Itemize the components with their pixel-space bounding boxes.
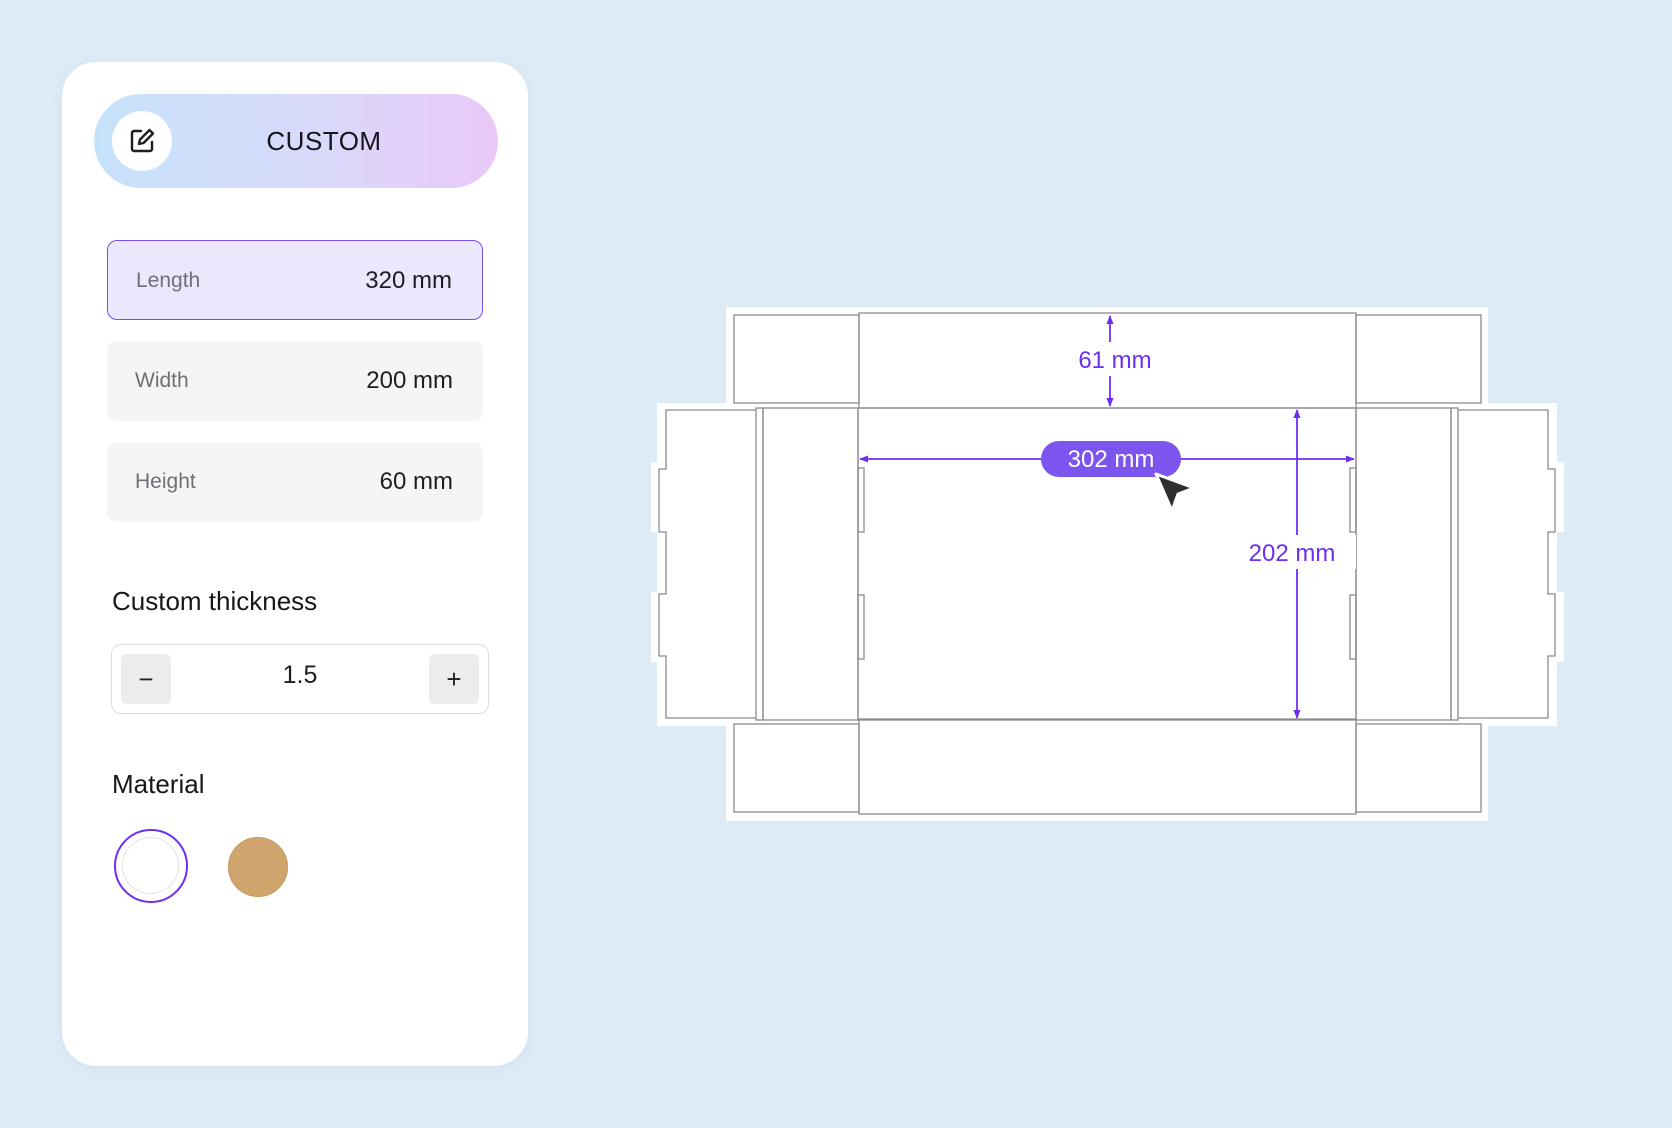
box-dieline-diagram: 61 mm 302 mm 202 mm xyxy=(651,307,1564,821)
length-dimension-label: 302 mm xyxy=(1068,446,1155,473)
width-dimension-label: 202 mm xyxy=(1249,540,1336,567)
dieline-background xyxy=(651,307,1564,821)
height-dimension-label: 61 mm xyxy=(1078,347,1151,374)
